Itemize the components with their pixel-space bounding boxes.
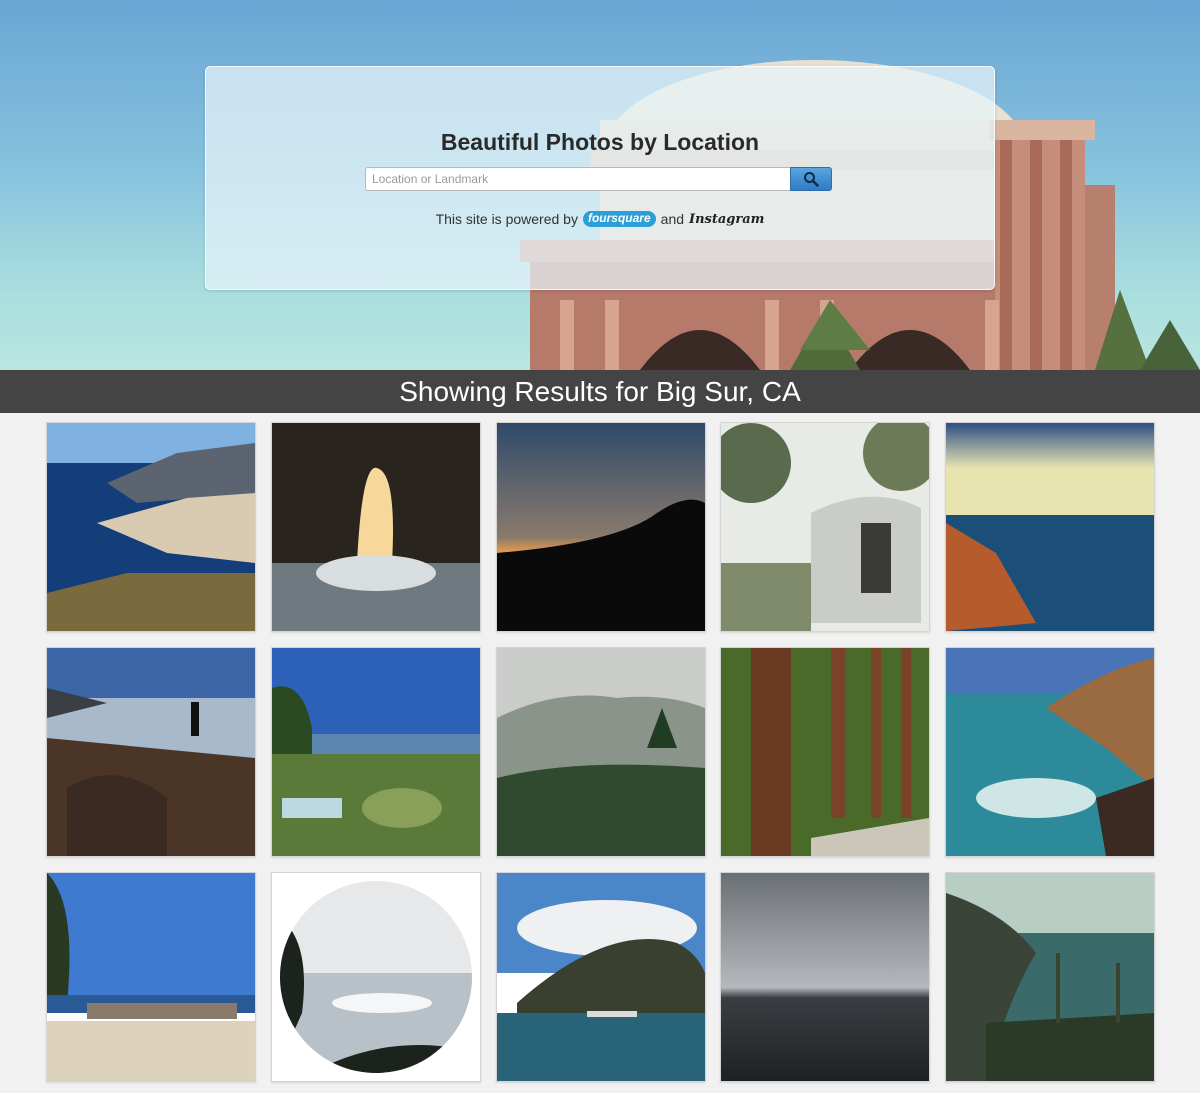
photo-tile-3[interactable] [496,422,706,632]
instagram-logo[interactable]: Instagram [689,212,764,227]
mailboxes-roadside-photo [47,873,255,1081]
person-on-cliff-photo [47,648,255,856]
results-banner: Showing Results for Big Sur, CA [0,370,1200,413]
photo-tile-15[interactable] [945,872,1155,1082]
photo-tile-7[interactable] [271,647,481,857]
hero-header: Beautiful Photos by Location This site i… [0,0,1200,370]
location-search-input[interactable] [365,167,790,191]
foursquare-logo[interactable]: foursquare [582,211,656,227]
photo-tile-14[interactable] [720,872,930,1082]
circular-ocean-photo [272,873,480,1081]
foggy-coastline-photo [946,873,1154,1081]
bixby-bridge-photo [497,873,705,1081]
redwood-forest-photo [721,648,929,856]
photo-grid [0,413,1200,1093]
photo-tile-5[interactable] [945,422,1155,632]
coastline-cliffs-photo [47,423,255,631]
photo-tile-9[interactable] [720,647,930,857]
grey-ocean-horizon-photo [721,873,929,1081]
coastal-vista-photo [946,423,1154,631]
photo-tile-1[interactable] [46,422,256,632]
photo-tile-12[interactable] [271,872,481,1082]
powered-by-row: This site is powered by foursquare and I… [206,211,994,227]
photo-tile-13[interactable] [496,872,706,1082]
powered-by-text: This site is powered by [435,211,578,227]
sea-cave-arch-photo [272,423,480,631]
search-panel: Beautiful Photos by Location This site i… [205,66,995,290]
vintage-trailer-photo [721,423,929,631]
garden-ocean-view-photo [272,648,480,856]
photo-tile-6[interactable] [46,647,256,857]
rocky-cove-photo [946,648,1154,856]
search-button[interactable] [790,167,832,191]
sunset-silhouette-photo [497,423,705,631]
photo-tile-2[interactable] [271,422,481,632]
search-icon [804,172,819,187]
photo-tile-8[interactable] [496,647,706,857]
photo-tile-11[interactable] [46,872,256,1082]
powered-and-text: and [660,211,685,227]
misty-forest-photo [497,648,705,856]
site-title: Beautiful Photos by Location [440,129,760,155]
photo-tile-10[interactable] [945,647,1155,857]
photo-tile-4[interactable] [720,422,930,632]
